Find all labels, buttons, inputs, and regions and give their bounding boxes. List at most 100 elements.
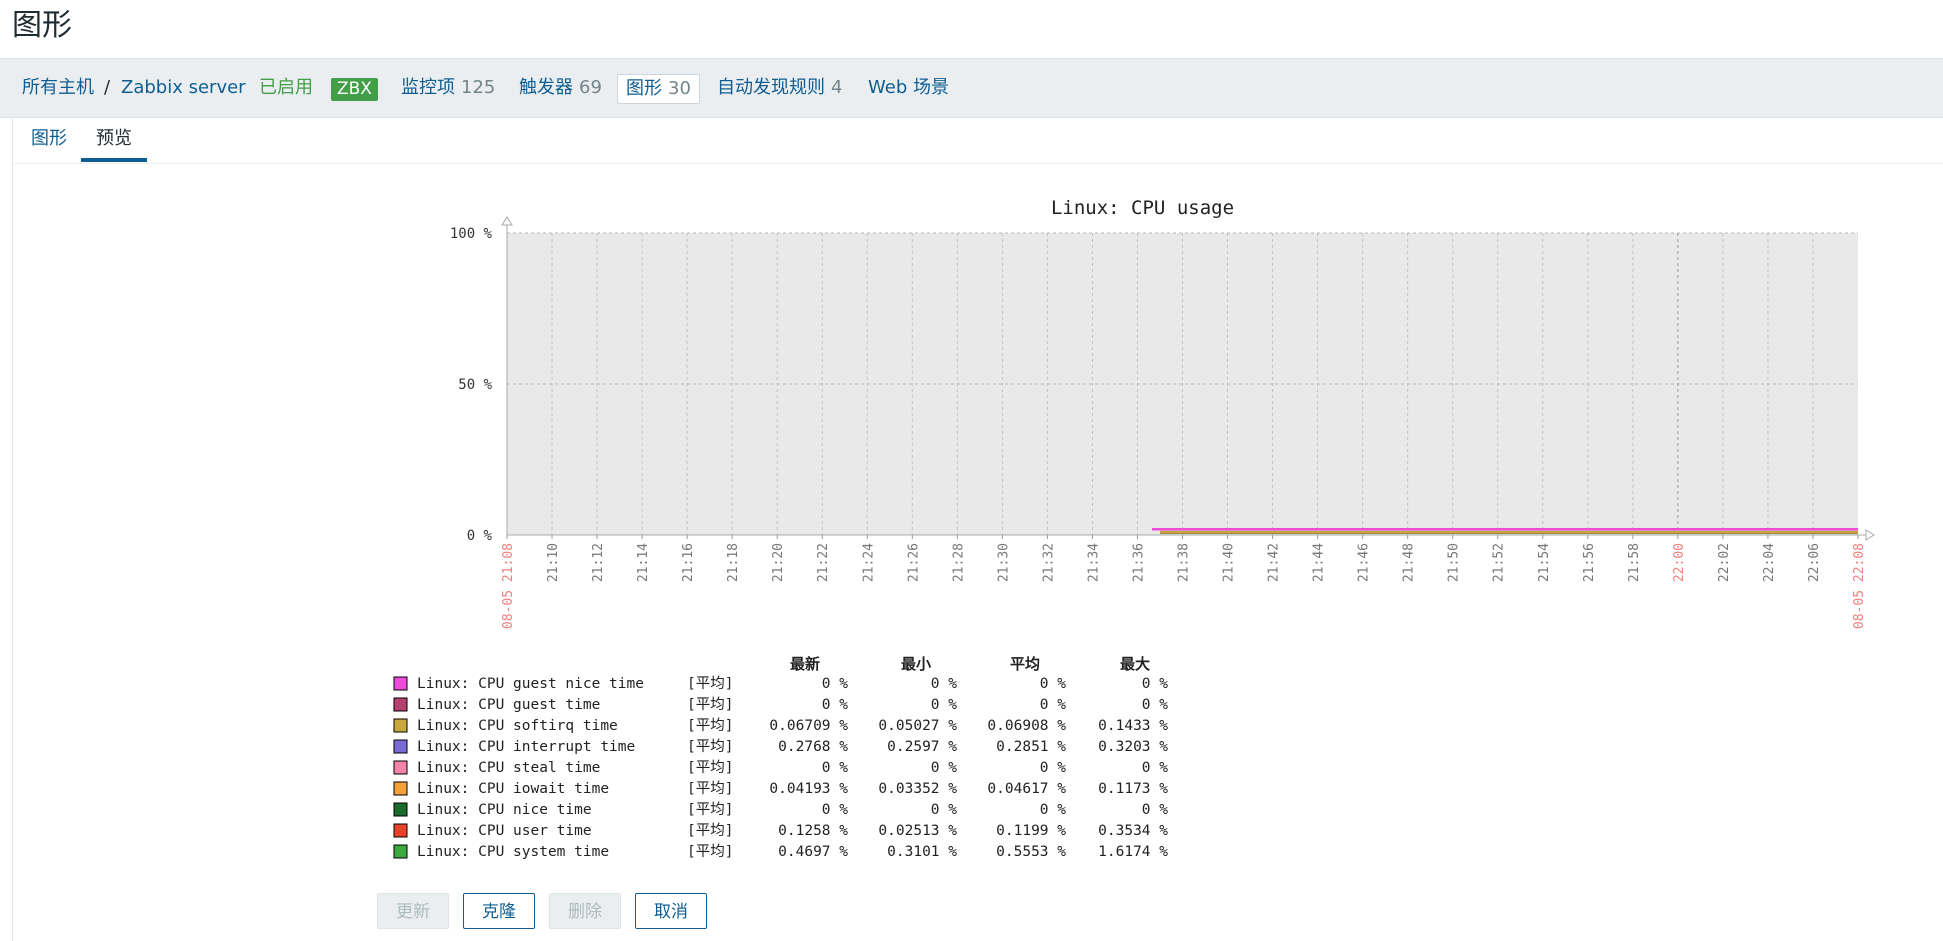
legend-func: [平均] bbox=[687, 696, 733, 713]
legend-value-avg: 0.06908 % bbox=[987, 718, 1066, 734]
chart-title: Linux: CPU usage bbox=[1051, 197, 1234, 219]
legend-swatch bbox=[393, 781, 408, 796]
x-tick-label: 22:00 bbox=[1672, 543, 1687, 582]
x-tick-label: 21:38 bbox=[1177, 543, 1192, 582]
legend-value-avg: 0 % bbox=[1040, 760, 1066, 776]
x-tick-label: 08-05 22:08 bbox=[1852, 543, 1867, 629]
update-button[interactable]: 更新 bbox=[377, 893, 449, 929]
legend-value-last: 0.04193 % bbox=[769, 781, 848, 797]
x-tick-label: 21:50 bbox=[1447, 543, 1462, 582]
legend-value-last: 0 % bbox=[822, 697, 848, 713]
legend-series-name: Linux: CPU user time bbox=[417, 823, 592, 839]
cancel-button[interactable]: 取消 bbox=[635, 893, 707, 929]
legend-value-max: 0.3203 % bbox=[1098, 739, 1168, 755]
legend-value-max: 0 % bbox=[1142, 676, 1168, 692]
cpu-usage-graph: Linux: CPU usage 100 % 50 % 0 % 08-05 21:08 2… bbox=[393, 197, 1875, 860]
legend-series-name: Linux: CPU guest nice time bbox=[417, 676, 644, 692]
x-tick-label: 21:24 bbox=[861, 543, 876, 582]
legend-value-avg: 0 % bbox=[1040, 676, 1066, 692]
legend-swatch bbox=[393, 823, 408, 838]
legend-series-name: Linux: CPU interrupt time bbox=[417, 739, 635, 755]
legend-swatch bbox=[393, 760, 408, 775]
x-tick-label: 21:40 bbox=[1222, 543, 1237, 582]
x-tick-label: 21:30 bbox=[996, 543, 1011, 582]
x-tick-label: 21:46 bbox=[1357, 543, 1372, 582]
legend-series-name: Linux: CPU iowait time bbox=[417, 781, 609, 797]
legend-value-avg: 0.04617 % bbox=[987, 781, 1066, 797]
series-area bbox=[1159, 530, 1858, 533]
legend-value-min: 0 % bbox=[931, 676, 957, 692]
legend-value-avg: 0.2851 % bbox=[996, 739, 1066, 755]
legend-value-last: 0.4697 % bbox=[778, 844, 848, 860]
legend-value-min: 0.02513 % bbox=[878, 823, 957, 839]
legend-header: 最小 bbox=[901, 655, 931, 673]
legend-value-last: 0 % bbox=[822, 802, 848, 818]
legend-value-avg: 0.1199 % bbox=[996, 823, 1066, 839]
legend-func: [平均] bbox=[687, 801, 733, 818]
x-tick-label: 21:26 bbox=[906, 543, 921, 582]
legend-func: [平均] bbox=[687, 843, 733, 860]
legend-swatch bbox=[393, 697, 408, 712]
x-tick-label: 22:06 bbox=[1807, 543, 1822, 582]
legend-func: [平均] bbox=[687, 675, 733, 692]
x-tick-label: 21:44 bbox=[1312, 543, 1327, 582]
x-tick-label: 21:42 bbox=[1267, 543, 1282, 582]
legend-value-max: 0.1173 % bbox=[1098, 781, 1168, 797]
legend-value-min: 0 % bbox=[931, 697, 957, 713]
legend-value-last: 0 % bbox=[822, 760, 848, 776]
legend-value-min: 0 % bbox=[931, 760, 957, 776]
x-tick-label: 21:56 bbox=[1582, 543, 1597, 582]
legend-header: 最新 bbox=[790, 655, 820, 673]
legend-value-max: 0 % bbox=[1142, 697, 1168, 713]
x-tick-label: 22:02 bbox=[1717, 543, 1732, 582]
legend-value-max: 1.6174 % bbox=[1098, 844, 1168, 860]
legend-value-min: 0 % bbox=[931, 802, 957, 818]
x-tick-label: 21:22 bbox=[816, 543, 831, 582]
x-tick-label: 21:10 bbox=[546, 543, 561, 582]
x-tick-label: 21:58 bbox=[1627, 543, 1642, 582]
y-tick-label: 50 % bbox=[458, 377, 492, 393]
x-tick-label: 08-05 21:08 bbox=[501, 543, 516, 629]
legend-value-avg: 0.5553 % bbox=[996, 844, 1066, 860]
legend-series-name: Linux: CPU guest time bbox=[417, 697, 600, 713]
legend-value-min: 0.05027 % bbox=[878, 718, 957, 734]
x-tick-label: 21:36 bbox=[1131, 543, 1146, 582]
legend-value-avg: 0 % bbox=[1040, 802, 1066, 818]
x-tick-label: 21:28 bbox=[951, 543, 966, 582]
legend-value-min: 0.2597 % bbox=[887, 739, 957, 755]
x-tick-label: 21:32 bbox=[1041, 543, 1056, 582]
delete-button[interactable]: 删除 bbox=[549, 893, 621, 929]
legend-swatch bbox=[393, 844, 408, 859]
legend-value-min: 0.03352 % bbox=[878, 781, 957, 797]
legend-value-max: 0.3534 % bbox=[1098, 823, 1168, 839]
x-tick-label: 21:12 bbox=[591, 543, 606, 582]
x-axis-arrow bbox=[1865, 529, 1875, 541]
legend-series-name: Linux: CPU nice time bbox=[417, 802, 592, 818]
x-tick-label: 21:52 bbox=[1492, 543, 1507, 582]
legend-value-min: 0.3101 % bbox=[887, 844, 957, 860]
x-tick-label: 21:48 bbox=[1402, 543, 1417, 582]
legend-value-max: 0 % bbox=[1142, 760, 1168, 776]
x-tick-label: 21:14 bbox=[636, 543, 651, 582]
legend-value-max: 0 % bbox=[1142, 802, 1168, 818]
legend-swatch bbox=[393, 718, 408, 733]
x-tick-label: 21:54 bbox=[1537, 543, 1552, 582]
legend-func: [平均] bbox=[687, 759, 733, 776]
legend-value-last: 0.1258 % bbox=[778, 823, 848, 839]
x-tick-label: 22:04 bbox=[1762, 543, 1777, 582]
y-axis-arrow bbox=[501, 216, 513, 226]
legend-series-name: Linux: CPU softirq time bbox=[417, 718, 618, 734]
legend-value-avg: 0 % bbox=[1040, 697, 1066, 713]
legend-swatch bbox=[393, 739, 408, 754]
x-tick-label: 21:20 bbox=[771, 543, 786, 582]
legend-swatch bbox=[393, 802, 408, 817]
legend-value-last: 0.06709 % bbox=[769, 718, 848, 734]
legend-header: 最大 bbox=[1120, 655, 1150, 673]
x-tick-label: 21:34 bbox=[1086, 543, 1101, 582]
x-tick-label: 21:16 bbox=[681, 543, 696, 582]
legend-value-max: 0.1433 % bbox=[1098, 718, 1168, 734]
clone-button[interactable]: 克隆 bbox=[463, 893, 535, 929]
legend-func: [平均] bbox=[687, 822, 733, 839]
legend-header: 平均 bbox=[1010, 655, 1040, 673]
legend-value-last: 0 % bbox=[822, 676, 848, 692]
